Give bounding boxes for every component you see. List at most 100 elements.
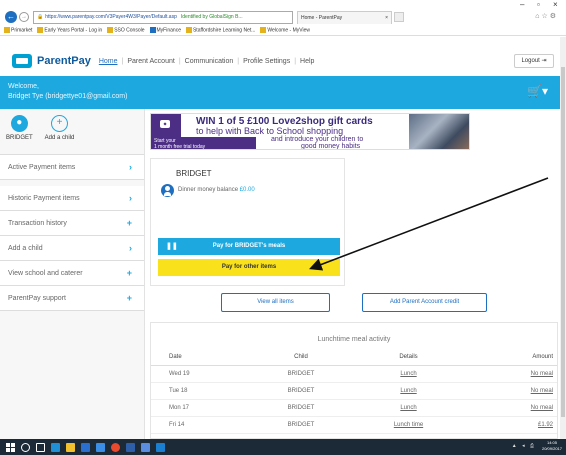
nav-help[interactable]: Help — [300, 58, 314, 65]
col-date: Date — [151, 349, 251, 366]
new-tab-button[interactable] — [394, 12, 404, 22]
main-nav: Home | Parent Account | Communication | … — [98, 57, 315, 65]
details-link[interactable]: Lunch — [351, 399, 466, 417]
logout-button[interactable]: Logout ⇥ — [514, 54, 554, 68]
sidebar-item-active-payment-items[interactable]: Active Payment items › — [0, 155, 144, 180]
settings-icon[interactable]: ⚙ — [550, 13, 558, 20]
amount-link[interactable]: £1.92 — [466, 416, 557, 434]
plus-icon: + — [126, 268, 132, 278]
browser-toolbar-icons: ⌂☆⚙ — [535, 12, 558, 20]
banner-line4: good money habits — [301, 143, 361, 150]
plus-icon: + — [51, 115, 69, 132]
task-view-icon[interactable] — [36, 442, 45, 452]
details-link[interactable]: Lunch — [351, 382, 466, 400]
windows-start-icon[interactable] — [6, 442, 15, 452]
site-identity[interactable]: Identified by GlobalSign B... — [181, 14, 243, 20]
details-link[interactable]: Lunch time — [351, 416, 466, 434]
view-all-items-button[interactable]: View all items — [221, 293, 330, 312]
meal-activity-panel: Lunchtime meal activity Date Child Detai… — [150, 322, 558, 439]
taskbar-clock[interactable]: 14:05 20/09/2017 — [542, 440, 562, 452]
url-input[interactable]: 🔒 https://www.parentpay.com/V3Payer4W3/P… — [33, 10, 293, 24]
favourite-item[interactable]: Primarket — [4, 27, 32, 34]
logout-icon: ⇥ — [541, 58, 547, 64]
plus-icon: + — [126, 293, 132, 303]
mail-icon[interactable] — [96, 442, 105, 452]
amount-link[interactable]: No meal — [466, 365, 557, 383]
browser-tab[interactable]: Home - ParentPay × — [297, 10, 392, 24]
details-link[interactable]: Lunch — [351, 365, 466, 383]
favourite-item[interactable]: Early Years Portal - Log in — [37, 27, 102, 34]
brand-logo[interactable]: ParentPay — [37, 55, 91, 67]
favourite-item[interactable]: Welcome - MyView — [260, 27, 310, 34]
nav-profile-settings[interactable]: Profile Settings — [243, 58, 290, 65]
star-icon[interactable]: ☆ — [541, 13, 549, 20]
url-text: https://www.parentpay.com/V3Payer4W3/Pay… — [45, 14, 177, 20]
chevron-right-icon: › — [129, 243, 132, 253]
banner-line3: and introduce your children to — [271, 136, 364, 143]
forward-button[interactable]: → — [19, 12, 29, 22]
banner-subheadline: to help with Back to School shopping — [196, 126, 344, 136]
page-scrollbar[interactable] — [560, 37, 566, 440]
internet-explorer-icon[interactable] — [156, 442, 165, 452]
tab-title: Home - ParentPay — [301, 14, 343, 21]
child-card: BRIDGET Dinner money balance £0.00 ❚❚ Pa… — [150, 158, 345, 286]
favourite-item[interactable]: Staffordshire Learning Net... — [185, 27, 255, 34]
child-avatar-icon: ● — [10, 115, 28, 132]
activity-title: Lunchtime meal activity — [317, 336, 391, 343]
pay-meals-button[interactable]: ❚❚ Pay for BRIDGET's meals — [158, 238, 340, 255]
nav-parent-account[interactable]: Parent Account — [127, 58, 174, 65]
child-bridget[interactable]: ● BRIDGET — [6, 115, 33, 154]
back-button[interactable]: ← — [5, 11, 17, 23]
banner-trial-text: Start your 1 month free trial today — [151, 137, 256, 149]
search-icon[interactable] — [21, 442, 30, 452]
table-row: Wed 19 BRIDGET Lunch No meal — [151, 365, 557, 383]
table-row: Fri 14 BRIDGET Lunch time £1.92 — [151, 416, 557, 434]
welcome-greeting: Welcome, — [8, 83, 39, 90]
children-switcher: ● BRIDGET + Add a child — [0, 109, 144, 155]
chevron-right-icon: › — [129, 193, 132, 203]
nav-communication[interactable]: Communication — [185, 58, 234, 65]
scroll-thumb[interactable] — [561, 67, 565, 417]
outlook-icon[interactable] — [141, 442, 150, 452]
sidebar-item-historic-payment-items[interactable]: Historic Payment items › — [0, 186, 144, 211]
basket-icon[interactable]: 🛒▾ — [527, 85, 548, 97]
favourite-item[interactable]: MyFinance — [149, 27, 181, 34]
chevron-right-icon: › — [129, 162, 132, 172]
word-icon[interactable] — [126, 442, 135, 452]
sidebar-item-view-school-caterer[interactable]: View school and caterer + — [0, 261, 144, 286]
meal-icon: ❚❚ — [166, 243, 178, 250]
store-icon[interactable] — [81, 442, 90, 452]
nav-home[interactable]: Home — [99, 58, 118, 65]
col-amount: Amount — [466, 349, 557, 366]
amount-link[interactable]: No meal — [466, 382, 557, 400]
file-explorer-icon[interactable] — [66, 442, 75, 452]
add-parent-credit-button[interactable]: Add Parent Account credit — [362, 293, 487, 312]
favourite-item[interactable]: SSO Console — [107, 27, 145, 34]
windows-taskbar: ▲ ◂ ⎙ 14:05 20/09/2017 — [0, 439, 566, 455]
chrome-icon[interactable] — [111, 442, 120, 452]
dinner-money-balance: Dinner money balance £0.00 — [178, 187, 255, 193]
favourites-bar: Primarket Early Years Portal - Log in SS… — [0, 26, 566, 36]
sidebar-item-support[interactable]: ParentPay support + — [0, 286, 144, 311]
promo-banner[interactable]: ◆ WIN 1 of 5 £100 Love2shop gift cards t… — [150, 113, 470, 150]
parentpay-logo-icon — [12, 54, 32, 68]
table-row: Mon 17 BRIDGET Lunch No meal — [151, 399, 557, 417]
amount-link[interactable]: No meal — [466, 399, 557, 417]
pay-other-items-button[interactable]: Pay for other items — [158, 259, 340, 276]
edge-icon[interactable] — [51, 442, 60, 452]
address-bar: ← → 🔒 https://www.parentpay.com/V3Payer4… — [0, 8, 566, 26]
sidebar-item-add-child[interactable]: Add a child › — [0, 236, 144, 261]
col-child: Child — [251, 349, 351, 366]
banner-photo — [409, 114, 469, 149]
promo-logo-icon: ◆ — [160, 120, 170, 128]
system-tray[interactable]: ▲ ◂ ⎙ — [512, 443, 536, 449]
close-tab-icon[interactable]: × — [385, 15, 388, 21]
plus-icon: + — [126, 218, 132, 228]
child-name: BRIDGET — [176, 169, 212, 178]
col-details: Details — [351, 349, 466, 366]
sidebar-item-transaction-history[interactable]: Transaction history + — [0, 211, 144, 236]
sidebar: ● BRIDGET + Add a child Active Payment i… — [0, 109, 145, 439]
table-row: Tue 18 BRIDGET Lunch No meal — [151, 382, 557, 400]
add-child-shortcut[interactable]: + Add a child — [45, 115, 74, 154]
welcome-bar: Welcome, Bridget Tye (bridgettye01@gmail… — [0, 76, 566, 109]
